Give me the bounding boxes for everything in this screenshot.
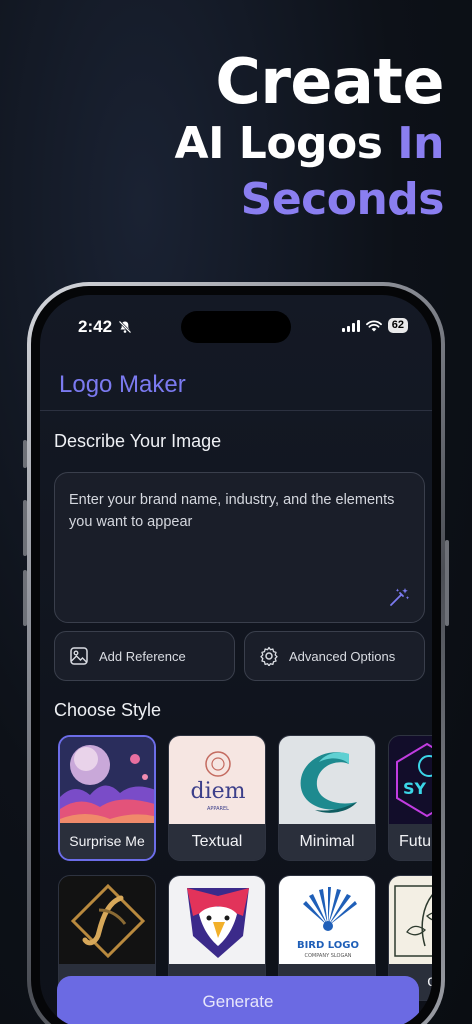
header-divider	[40, 410, 432, 411]
status-time: 2:42	[78, 317, 113, 336]
style-card-minimal[interactable]: Minimal	[278, 735, 376, 861]
bird-logo-wordmark: BIRD LOGO	[297, 940, 359, 951]
image-icon	[70, 647, 88, 665]
headline-line-1: Create	[215, 45, 444, 118]
add-reference-button[interactable]: Add Reference	[54, 631, 235, 681]
apparel-subtext: APPAREL	[207, 806, 229, 812]
style-card-label: Surprise Me	[60, 823, 154, 859]
style-card-label: Textual	[169, 824, 265, 860]
phone-power-button	[445, 540, 449, 626]
app-screen: 2:42 62 Logo Maker Describe Your Image E…	[40, 295, 432, 1024]
minimal-thumbnail	[279, 736, 375, 826]
eagle-mascot-thumbnail	[169, 876, 265, 966]
prompt-placeholder: Enter your brand name, industry, and the…	[69, 492, 395, 530]
headline-line-2-text: AI Logos	[174, 118, 398, 169]
line-art-thumbnail	[389, 876, 432, 966]
diem-wordmark: diem	[191, 779, 246, 804]
gear-icon	[260, 646, 278, 666]
surprise-me-thumbnail	[60, 737, 154, 827]
advanced-options-button[interactable]: Advanced Options	[244, 631, 425, 681]
status-indicators: 62	[341, 318, 408, 333]
futuristic-thumbnail: SY	[389, 736, 432, 826]
status-bar: 2:42 62	[40, 317, 432, 337]
textual-thumbnail: diem APPAREL	[169, 736, 265, 826]
bird-logo-slogan: COMPANY SLOGAN	[305, 953, 352, 959]
peacock-icon: BIRD LOGO COMPANY SLOGAN	[297, 887, 359, 959]
choose-style-label: Choose Style	[54, 700, 162, 720]
signal-icon	[341, 319, 360, 332]
wifi-icon	[365, 319, 382, 331]
prompt-input[interactable]: Enter your brand name, industry, and the…	[54, 472, 425, 623]
silent-bell-icon	[118, 320, 132, 334]
phone-frame: 2:42 62 Logo Maker Describe Your Image E…	[27, 282, 445, 1024]
magic-wand-icon[interactable]	[388, 586, 410, 608]
describe-label: Describe Your Image	[54, 431, 222, 451]
generate-button[interactable]: Generate	[57, 976, 419, 1024]
app-title: Logo Maker	[59, 371, 186, 398]
add-reference-label: Add Reference	[99, 648, 186, 664]
diem-logo-icon: diem APPAREL	[191, 751, 246, 812]
style-card-label: Minimal	[279, 824, 375, 860]
headline-line-3: Seconds	[240, 174, 445, 225]
bird-logo-thumbnail: BIRD LOGO COMPANY SLOGAN	[279, 876, 375, 966]
style-card-textual[interactable]: diem APPAREL Textual	[168, 735, 266, 861]
style-card-label: Futu	[389, 824, 432, 860]
style-grid: Surprise Me diem APPAREL Textual Minimal…	[58, 735, 432, 1001]
promo-headline: Create AI Logos In Seconds	[174, 45, 445, 228]
phone-bezel: 2:42 62 Logo Maker Describe Your Image E…	[31, 286, 441, 1024]
headline-line-2: AI Logos In	[174, 116, 445, 172]
futuristic-thumb-text: SY	[403, 779, 427, 798]
battery-indicator: 62	[387, 318, 408, 333]
style-card-surprise-me[interactable]: Surprise Me	[58, 735, 156, 861]
style-card-futuristic[interactable]: SY Futu	[388, 735, 432, 861]
advanced-options-label: Advanced Options	[289, 648, 396, 664]
headline-line-2-accent: In	[397, 118, 444, 169]
luxury-thumbnail	[59, 876, 155, 966]
